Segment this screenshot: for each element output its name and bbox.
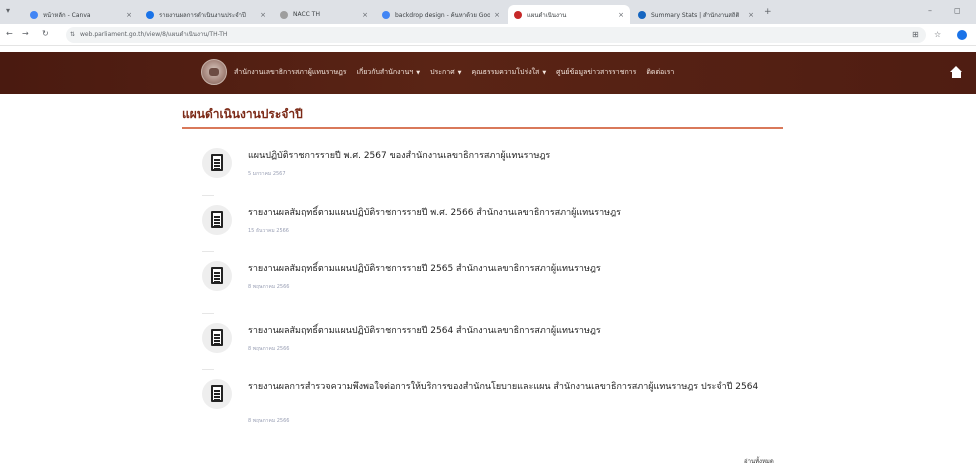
title-divider (182, 127, 783, 129)
browser-tab[interactable]: Summary Stats | สำนักงานสถิติ × (632, 5, 760, 24)
browser-tab[interactable]: หน้าหลัก - Canva × (24, 5, 138, 24)
nav-item-label: สำนักงานเลขาธิการสภาผู้แทนราษฎร (234, 68, 347, 76)
new-tab-button[interactable]: + (764, 7, 772, 17)
chevron-down-icon: ▼ (416, 69, 421, 76)
nav-item[interactable]: คุณธรรมความโปร่งใส ▼ (472, 67, 547, 78)
tab-title: หน้าหลัก - Canva (43, 11, 91, 19)
nav-item[interactable]: สำนักงานเลขาธิการสภาผู้แทนราษฎร (234, 67, 347, 78)
list-item-title[interactable]: รายงานผลการสำรวจความพึงพอใจต่อการให้บริก… (248, 381, 788, 394)
document-icon (202, 148, 232, 178)
list-item-date: 8 พฤษภาคม 2566 (248, 346, 290, 352)
read-more-link[interactable]: อ่านทั้งหมด (744, 456, 774, 466)
document-icon (202, 261, 232, 291)
item-separator (202, 369, 214, 370)
profile-avatar[interactable] (957, 30, 967, 40)
tab-favicon-icon (514, 10, 522, 19)
close-tab-icon[interactable]: × (260, 11, 266, 19)
browser-tab[interactable]: รายงานผลการดำเนินงานประจำปี × (140, 5, 272, 24)
close-tab-icon[interactable]: × (362, 11, 368, 19)
list-item-date: 8 พฤษภาคม 2566 (248, 418, 290, 424)
nav-item-label: เกี่ยวกับสำนักงานฯ (356, 68, 414, 76)
back-icon[interactable]: ← (6, 29, 13, 38)
site-info-icon[interactable]: ⇅ (70, 27, 75, 43)
parliament-logo[interactable] (201, 59, 227, 85)
nav-item-label: ติดต่อเรา (646, 68, 675, 76)
nav-item[interactable]: ประกาศ ▼ (430, 67, 461, 78)
close-tab-icon[interactable]: × (126, 11, 132, 19)
nav-item-label: ประกาศ (430, 68, 455, 76)
tab-title: แผนดำเนินงาน (527, 11, 567, 19)
url-text: web.parliament.go.th/view/8/แผนดำเนินงาน… (80, 31, 228, 38)
browser-tab[interactable]: backdrop design - ค้นหาด้วย Google × (376, 5, 506, 24)
tab-title: Summary Stats | สำนักงานสถิติ (651, 11, 740, 19)
document-icon (202, 379, 232, 409)
list-item[interactable]: รายงานผลสัมฤทธิ์ตามแผนปฏิบัติราชการรายปี… (202, 205, 802, 255)
list-item-date: 8 พฤษภาคม 2566 (248, 284, 290, 290)
list-item[interactable]: รายงานผลสัมฤทธิ์ตามแผนปฏิบัติราชการรายปี… (202, 323, 802, 373)
list-item-title[interactable]: รายงานผลสัมฤทธิ์ตามแผนปฏิบัติราชการรายปี… (248, 207, 788, 220)
item-separator (202, 195, 214, 196)
nav-item-label: คุณธรรมความโปร่งใส (471, 68, 540, 76)
site-navbar: สำนักงานเลขาธิการสภาผู้แทนราษฎร เกี่ยวกับ… (0, 52, 976, 94)
main-menu: สำนักงานเลขาธิการสภาผู้แทนราษฎร เกี่ยวกับ… (234, 67, 674, 78)
browser-tab-strip: ▾ หน้าหลัก - Canva × รายงานผลการดำเนินงานป… (0, 0, 976, 24)
close-tab-icon[interactable]: × (618, 11, 624, 19)
list-item-title[interactable]: รายงานผลสัมฤทธิ์ตามแผนปฏิบัติราชการรายปี… (248, 325, 788, 338)
forward-icon[interactable]: → (22, 29, 29, 38)
document-icon (202, 323, 232, 353)
browser-tab[interactable]: แผนดำเนินงาน × (508, 5, 630, 24)
list-item[interactable]: รายงานผลการสำรวจความพึงพอใจต่อการให้บริก… (202, 379, 802, 429)
item-separator (202, 251, 214, 252)
item-separator (202, 313, 214, 314)
chevron-down-icon: ▼ (457, 69, 462, 76)
home-icon[interactable] (950, 66, 963, 78)
nav-item[interactable]: ติดต่อเรา (646, 67, 674, 78)
nav-item[interactable]: ศูนย์ข้อมูลข่าวสารราชการ (556, 67, 636, 78)
tab-favicon-icon (280, 10, 288, 19)
bookmark-star-icon[interactable]: ☆ (934, 30, 941, 39)
close-tab-icon[interactable]: × (494, 11, 500, 19)
restore-icon[interactable]: ◻ (954, 6, 961, 15)
list-item-title[interactable]: แผนปฏิบัติราชการรายปี พ.ศ. 2567 ของสำนัก… (248, 150, 788, 163)
list-item-date: 5 มกราคม 2567 (248, 171, 286, 177)
page-title: แผนดำเนินงานประจำปี (182, 107, 303, 121)
list-item[interactable]: รายงานผลสัมฤทธิ์ตามแผนปฏิบัติราชการรายปี… (202, 261, 802, 314)
tab-favicon-icon (382, 10, 390, 19)
reload-icon[interactable]: ↻ (42, 29, 49, 38)
address-bar-row: ← → ↻ ⇅ web.parliament.go.th/view/8/แผนด… (0, 24, 976, 46)
translate-icon[interactable]: ⊞ (912, 30, 919, 39)
tab-favicon-icon (638, 10, 646, 19)
tab-favicon-icon (30, 10, 38, 19)
tab-favicon-icon (146, 10, 154, 19)
list-item-title[interactable]: รายงานผลสัมฤทธิ์ตามแผนปฏิบัติราชการรายปี… (248, 263, 788, 276)
chevron-down-icon: ▼ (542, 69, 547, 76)
tab-title: backdrop design - ค้นหาด้วย Google (395, 11, 491, 19)
close-tab-icon[interactable]: × (748, 11, 754, 19)
document-icon (202, 205, 232, 235)
list-item-date: 15 ธันวาคม 2566 (248, 228, 289, 234)
tab-title: NACC TH (293, 11, 320, 18)
tab-title: รายงานผลการดำเนินงานประจำปี (159, 11, 246, 19)
url-input[interactable]: ⇅ web.parliament.go.th/view/8/แผนดำเนินง… (66, 27, 926, 43)
list-item[interactable]: แผนปฏิบัติราชการรายปี พ.ศ. 2567 ของสำนัก… (202, 148, 802, 198)
minimize-icon[interactable]: – (928, 6, 932, 15)
nav-item[interactable]: เกี่ยวกับสำนักงานฯ ▼ (357, 67, 421, 78)
nav-item-label: ศูนย์ข้อมูลข่าวสารราชการ (556, 68, 637, 76)
browser-tab[interactable]: NACC TH × (274, 5, 374, 24)
tab-search-icon[interactable]: ▾ (6, 6, 16, 16)
